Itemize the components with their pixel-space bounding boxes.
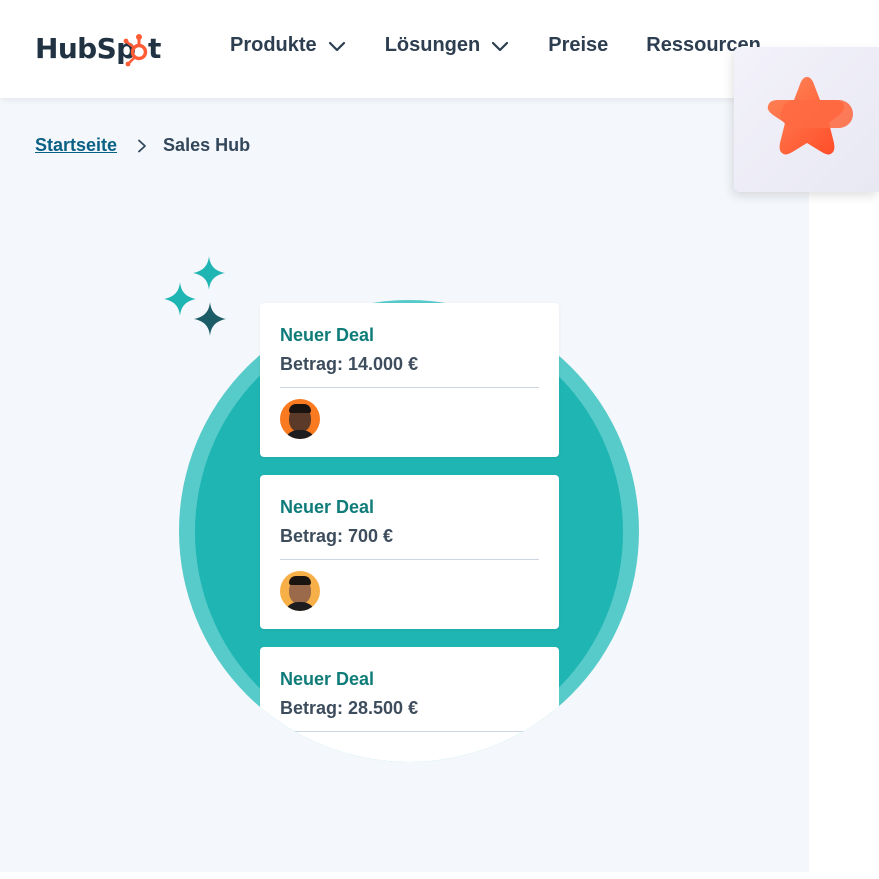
breadcrumb-home-link[interactable]: Startseite (35, 135, 117, 156)
deal-amount: Betrag: 28.500 € (280, 698, 419, 718)
breadcrumb-current: Sales Hub (163, 135, 251, 155)
deal-title: Neuer Deal (280, 497, 375, 517)
svg-text:HubSp: HubSp (35, 32, 136, 65)
star-icon (767, 77, 853, 155)
nav-item-label: Lösungen (384, 34, 481, 56)
deal-card: Neuer Deal Betrag: 14.000 € (260, 303, 559, 457)
nav-item-label: Produkte (230, 34, 317, 56)
avatar (280, 399, 320, 439)
hubspot-logo[interactable]: HubSp t (35, 28, 171, 70)
svg-text:t: t (148, 32, 161, 65)
nav-item-label: Preise (548, 34, 609, 56)
deal-card: Neuer Deal Betrag: 28.500 € (260, 647, 559, 762)
main-nav: Produkte Lösungen Preise Ressourcen (230, 34, 761, 57)
deal-title: Neuer Deal (280, 669, 375, 689)
divider (280, 559, 539, 560)
deal-card: Neuer Deal Betrag: 700 € (260, 475, 559, 629)
hubspot-logo-icon: HubSp t (35, 32, 161, 67)
divider (280, 387, 539, 388)
deal-amount: Betrag: 14.000 € (280, 354, 419, 374)
nav-item-loesungen[interactable]: Lösungen (385, 34, 511, 57)
avatar (280, 571, 320, 611)
chevron-down-icon (328, 41, 345, 51)
floating-star-widget[interactable] (734, 47, 879, 192)
breadcrumb: Startseite Sales Hub (35, 135, 250, 156)
divider (280, 731, 539, 732)
deal-amount: Betrag: 700 € (280, 526, 394, 546)
sparkles-icon (164, 256, 226, 336)
chevron-right-icon (138, 139, 146, 152)
chevron-down-icon (492, 41, 509, 51)
nav-item-produkte[interactable]: Produkte (230, 34, 347, 57)
deal-title: Neuer Deal (280, 325, 375, 345)
nav-item-preise[interactable]: Preise (548, 34, 608, 57)
